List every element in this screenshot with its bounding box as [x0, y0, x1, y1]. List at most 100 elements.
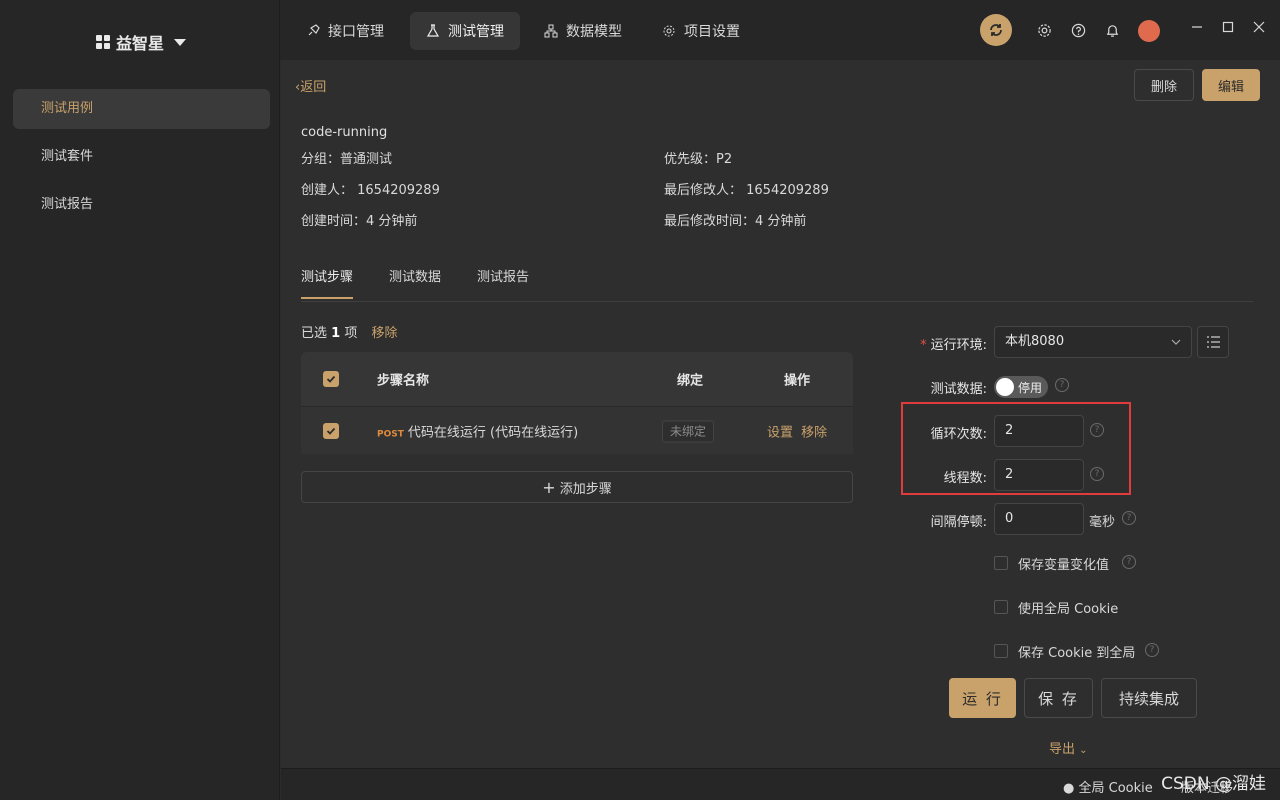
- sidebar: 益智星 测试用例 测试套件 测试报告: [0, 0, 280, 800]
- interval-label: 间隔停顿:: [930, 515, 987, 530]
- save-vars-checkbox[interactable]: [994, 556, 1008, 570]
- loops-label: 循环次数:: [930, 427, 987, 442]
- help-icon: ?: [1090, 423, 1104, 437]
- toggle-text: 停用: [1018, 381, 1043, 395]
- chevron-down-icon: ⌄: [1079, 745, 1088, 756]
- case-creator: 创建人： 1654209289: [301, 183, 440, 198]
- remove-link[interactable]: 移除: [801, 425, 827, 440]
- model-icon: [544, 24, 558, 38]
- chevron-down-icon: [1171, 339, 1181, 345]
- case-created-time: 创建时间：4 分钟前: [301, 214, 418, 229]
- main-content: ‹返回 删除 编辑 code-running 分组：普通测试 优先级：P2 创建…: [281, 60, 1280, 768]
- cookie-label: 全局 Cookie: [1078, 781, 1153, 796]
- refresh-icon: [990, 24, 1002, 36]
- save-button[interactable]: 保 存: [1024, 678, 1093, 718]
- env-list-button[interactable]: [1197, 326, 1229, 358]
- case-group: 分组：普通测试: [301, 152, 393, 167]
- brand-switcher[interactable]: 益智星: [96, 30, 187, 54]
- back-link[interactable]: ‹返回: [295, 76, 326, 95]
- case-name: code-running: [301, 125, 388, 140]
- top-nav: 接口管理 测试管理 数据模型 项目设置: [280, 0, 1280, 60]
- threads-input[interactable]: 2: [994, 459, 1084, 491]
- sidebar-item-suites[interactable]: 测试套件: [13, 137, 270, 177]
- case-modified-time: 最后修改时间：4 分钟前: [664, 214, 807, 229]
- toggle-knob: [996, 378, 1014, 396]
- delete-button[interactable]: 删除: [1134, 69, 1194, 101]
- tab-label: 数据模型: [566, 24, 622, 40]
- brand-name: 益智星: [116, 34, 165, 53]
- testdata-label: 测试数据:: [930, 382, 987, 397]
- http-method: POST: [377, 429, 404, 439]
- caret-down-icon: [174, 38, 187, 46]
- gear-icon: [663, 25, 675, 37]
- tab-label: 测试管理: [448, 24, 504, 40]
- remove-selected-link[interactable]: 移除: [372, 326, 398, 341]
- help-icon[interactable]: [1069, 21, 1087, 39]
- flask-icon: [426, 24, 440, 37]
- watermark: CSDN @溜娃: [1161, 774, 1266, 794]
- edit-button[interactable]: 编辑: [1202, 69, 1260, 101]
- tab-api-management[interactable]: 接口管理: [290, 12, 400, 50]
- step-name[interactable]: POST 代码在线运行 (代码在线运行): [377, 421, 578, 440]
- help-icon: ?: [1122, 511, 1136, 525]
- case-priority: 优先级：P2: [664, 152, 733, 167]
- settings-icon[interactable]: [1035, 21, 1053, 39]
- tab-test-management[interactable]: 测试管理: [410, 12, 520, 50]
- col-ops: 操作: [784, 373, 811, 389]
- close-icon[interactable]: [1252, 20, 1266, 34]
- add-step-button[interactable]: + 添加步骤: [301, 471, 853, 503]
- selection-count: 1: [331, 326, 341, 341]
- step-title: 代码在线运行 (代码在线运行): [407, 425, 579, 440]
- interval-input[interactable]: 0: [994, 503, 1084, 535]
- col-bind: 绑定: [677, 373, 704, 389]
- col-step-name: 步骤名称: [377, 373, 430, 389]
- save-cookie-checkbox[interactable]: [994, 644, 1008, 658]
- sync-button[interactable]: [980, 14, 1012, 46]
- env-label: * 运行环境:: [920, 338, 987, 353]
- loops-input[interactable]: 2: [994, 415, 1084, 447]
- global-cookie-status[interactable]: ● 全局 Cookie: [1063, 777, 1153, 796]
- user-avatar[interactable]: [1138, 20, 1160, 42]
- row-actions: 设置 移除: [767, 421, 827, 440]
- plus-icon: +: [542, 477, 556, 497]
- threads-label: 线程数:: [943, 471, 987, 486]
- help-icon: ?: [1090, 467, 1104, 481]
- selection-suffix: 项: [344, 326, 358, 341]
- set-link[interactable]: 设置: [767, 425, 793, 440]
- ci-button[interactable]: 持续集成: [1101, 678, 1197, 718]
- export-dropdown[interactable]: 导出 ⌄: [1049, 738, 1088, 757]
- save-cookie-label: 保存 Cookie 到全局: [1018, 646, 1136, 661]
- help-icon: ?: [1145, 643, 1159, 657]
- global-cookie-checkbox[interactable]: [994, 600, 1008, 614]
- steps-table: 步骤名称 绑定 操作 POST 代码在线运行 (代码在线运行) 未绑定 设置 移除: [301, 352, 853, 454]
- tab-label: 项目设置: [684, 24, 740, 40]
- minimize-icon[interactable]: [1190, 20, 1204, 34]
- tab-test-steps[interactable]: 测试步骤: [301, 266, 354, 299]
- select-all-checkbox[interactable]: [323, 371, 339, 387]
- env-value: 本机8080: [1005, 334, 1065, 349]
- sidebar-item-cases[interactable]: 测试用例: [13, 89, 270, 129]
- back-label: 返回: [300, 80, 327, 95]
- save-vars-label: 保存变量变化值: [1018, 558, 1110, 573]
- sidebar-item-reports[interactable]: 测试报告: [13, 185, 270, 225]
- maximize-icon[interactable]: [1221, 20, 1235, 34]
- case-modifier: 最后修改人： 1654209289: [664, 183, 829, 198]
- add-step-label: 添加步骤: [559, 481, 612, 497]
- env-select[interactable]: 本机8080: [994, 326, 1192, 358]
- tab-test-report[interactable]: 测试报告: [477, 266, 529, 297]
- row-checkbox[interactable]: [323, 422, 339, 439]
- tab-data-model[interactable]: 数据模型: [528, 12, 638, 50]
- global-cookie-label: 使用全局 Cookie: [1018, 602, 1119, 617]
- help-icon: ?: [1055, 378, 1069, 392]
- run-button[interactable]: 运 行: [949, 678, 1016, 718]
- table-row[interactable]: POST 代码在线运行 (代码在线运行) 未绑定 设置 移除: [301, 406, 853, 454]
- bell-icon[interactable]: [1103, 21, 1121, 39]
- selection-prefix: 已选: [301, 326, 328, 341]
- export-label: 导出: [1049, 742, 1076, 757]
- selection-bar: 已选 1 项 移除: [301, 322, 398, 341]
- testdata-toggle[interactable]: 停用: [994, 376, 1048, 398]
- table-header: 步骤名称 绑定 操作: [301, 352, 853, 406]
- tab-test-data[interactable]: 测试数据: [389, 266, 441, 297]
- bind-status: 未绑定: [662, 420, 715, 442]
- tab-project-settings[interactable]: 项目设置: [646, 12, 756, 50]
